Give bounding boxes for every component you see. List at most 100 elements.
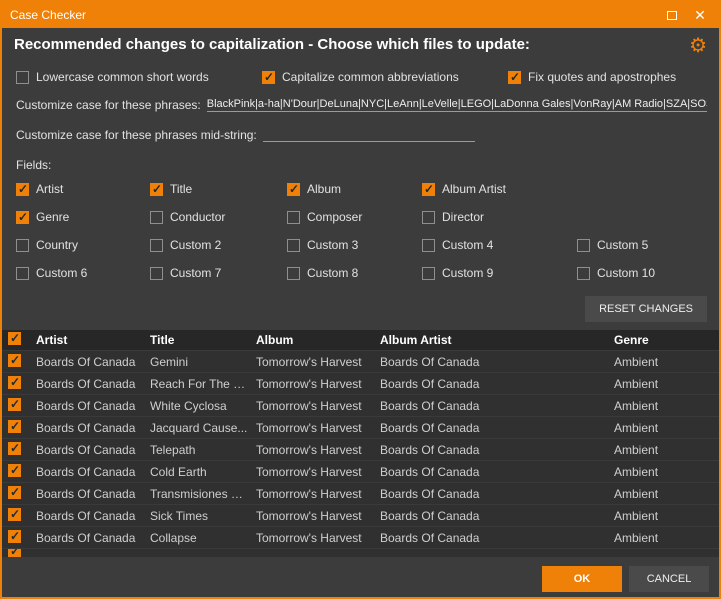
- checkbox[interactable]: [262, 71, 275, 84]
- row-checkbox[interactable]: [8, 486, 21, 499]
- column-header-title[interactable]: Title: [150, 333, 256, 347]
- field-label: Title: [170, 182, 192, 196]
- field-conductor[interactable]: Conductor: [150, 210, 287, 224]
- cell-album: Tomorrow's Harvest: [256, 399, 380, 413]
- field-label: Artist: [36, 182, 63, 196]
- field-label: Custom 5: [597, 238, 648, 252]
- checkbox[interactable]: [150, 183, 163, 196]
- table-row[interactable]: Boards Of Canada Collapse Tomorrow's Har…: [2, 527, 719, 549]
- checkbox[interactable]: [577, 267, 590, 280]
- field-album-artist[interactable]: Album Artist: [422, 182, 577, 196]
- fields-row-2: Genre Conductor Composer Director: [16, 210, 707, 224]
- table-row[interactable]: Boards Of Canada Cold Earth Tomorrow's H…: [2, 461, 719, 483]
- column-header-album-artist[interactable]: Album Artist: [380, 333, 614, 347]
- field-director[interactable]: Director: [422, 210, 577, 224]
- row-checkbox[interactable]: [8, 508, 21, 521]
- option-capitalize-abbreviations[interactable]: Capitalize common abbreviations: [262, 70, 508, 84]
- field-custom-4[interactable]: Custom 4: [422, 238, 577, 252]
- midstring-input[interactable]: [263, 126, 475, 142]
- cell-artist: Boards Of Canada: [36, 509, 150, 523]
- table-row[interactable]: Boards Of Canada White Cyclosa Tomorrow'…: [2, 395, 719, 417]
- checkbox[interactable]: [287, 239, 300, 252]
- dialog-content: Recommended changes to capitalization - …: [2, 28, 719, 561]
- files-table: Artist Title Album Album Artist Genre Bo…: [2, 330, 719, 561]
- checkbox[interactable]: [577, 239, 590, 252]
- checkbox[interactable]: [150, 267, 163, 280]
- row-checkbox[interactable]: [8, 420, 21, 433]
- cancel-button[interactable]: CANCEL: [629, 566, 709, 592]
- field-title[interactable]: Title: [150, 182, 287, 196]
- row-checkbox[interactable]: [8, 398, 21, 411]
- checkbox[interactable]: [287, 183, 300, 196]
- field-label: Custom 10: [597, 266, 655, 280]
- checkbox[interactable]: [16, 239, 29, 252]
- row-checkbox[interactable]: [8, 376, 21, 389]
- checkbox[interactable]: [16, 183, 29, 196]
- cell-title: Transmisiones Fe...: [150, 487, 256, 501]
- case-checker-window: Case Checker ✕ Recommended changes to ca…: [0, 0, 721, 599]
- table-row[interactable]: Boards Of Canada Telepath Tomorrow's Har…: [2, 439, 719, 461]
- field-composer[interactable]: Composer: [287, 210, 422, 224]
- cell-title: Reach For The De...: [150, 377, 256, 391]
- row-checkbox[interactable]: [8, 354, 21, 367]
- field-custom-5[interactable]: Custom 5: [577, 238, 707, 252]
- field-custom-3[interactable]: Custom 3: [287, 238, 422, 252]
- dialog-footer: OK CANCEL: [2, 561, 719, 597]
- field-label: Album Artist: [442, 182, 506, 196]
- field-artist[interactable]: Artist: [16, 182, 150, 196]
- field-custom-2[interactable]: Custom 2: [150, 238, 287, 252]
- cell-album: Tomorrow's Harvest: [256, 465, 380, 479]
- checkbox[interactable]: [16, 71, 29, 84]
- field-custom-7[interactable]: Custom 7: [150, 266, 287, 280]
- cell-album-artist: Boards Of Canada: [380, 531, 614, 545]
- checkbox[interactable]: [287, 267, 300, 280]
- field-country[interactable]: Country: [16, 238, 150, 252]
- checkbox[interactable]: [422, 211, 435, 224]
- checkbox[interactable]: [150, 239, 163, 252]
- checkbox[interactable]: [16, 211, 29, 224]
- close-button[interactable]: ✕: [689, 5, 711, 25]
- field-custom-9[interactable]: Custom 9: [422, 266, 577, 280]
- field-custom-10[interactable]: Custom 10: [577, 266, 707, 280]
- checkbox[interactable]: [422, 183, 435, 196]
- gear-icon[interactable]: ⚙: [689, 36, 707, 56]
- cell-genre: Ambient: [614, 509, 719, 523]
- dialog-header: Recommended changes to capitalization - …: [14, 36, 707, 56]
- field-album[interactable]: Album: [287, 182, 422, 196]
- ok-button[interactable]: OK: [542, 566, 622, 592]
- cell-album-artist: Boards Of Canada: [380, 509, 614, 523]
- select-all-checkbox[interactable]: [8, 332, 21, 345]
- field-custom-6[interactable]: Custom 6: [16, 266, 150, 280]
- phrases-input[interactable]: [207, 96, 707, 112]
- checkbox[interactable]: [150, 211, 163, 224]
- table-row[interactable]: Boards Of Canada Jacquard Cause... Tomor…: [2, 417, 719, 439]
- column-header-album[interactable]: Album: [256, 333, 380, 347]
- checkbox[interactable]: [422, 267, 435, 280]
- reset-changes-button[interactable]: RESET CHANGES: [585, 296, 707, 322]
- checkbox[interactable]: [16, 267, 29, 280]
- field-genre[interactable]: Genre: [16, 210, 150, 224]
- table-row-partial[interactable]: [2, 549, 719, 557]
- option-lowercase-short-words[interactable]: Lowercase common short words: [16, 70, 262, 84]
- titlebar: Case Checker ✕: [2, 2, 719, 28]
- column-header-genre[interactable]: Genre: [614, 333, 719, 347]
- field-label: Custom 4: [442, 238, 493, 252]
- checkbox[interactable]: [422, 239, 435, 252]
- checkbox[interactable]: [508, 71, 521, 84]
- row-checkbox[interactable]: [8, 442, 21, 455]
- table-row[interactable]: Boards Of Canada Reach For The De... Tom…: [2, 373, 719, 395]
- row-checkbox[interactable]: [8, 549, 21, 557]
- cell-album-artist: Boards Of Canada: [380, 443, 614, 457]
- maximize-button[interactable]: [661, 5, 683, 25]
- table-row[interactable]: Boards Of Canada Transmisiones Fe... Tom…: [2, 483, 719, 505]
- row-checkbox[interactable]: [8, 530, 21, 543]
- midstring-field-row: Customize case for these phrases mid-str…: [16, 126, 707, 142]
- table-row[interactable]: Boards Of Canada Gemini Tomorrow's Harve…: [2, 351, 719, 373]
- field-custom-8[interactable]: Custom 8: [287, 266, 422, 280]
- row-checkbox[interactable]: [8, 464, 21, 477]
- checkbox[interactable]: [287, 211, 300, 224]
- table-row[interactable]: Boards Of Canada Sick Times Tomorrow's H…: [2, 505, 719, 527]
- column-header-artist[interactable]: Artist: [36, 333, 150, 347]
- option-fix-quotes[interactable]: Fix quotes and apostrophes: [508, 70, 707, 84]
- field-label: Custom 8: [307, 266, 358, 280]
